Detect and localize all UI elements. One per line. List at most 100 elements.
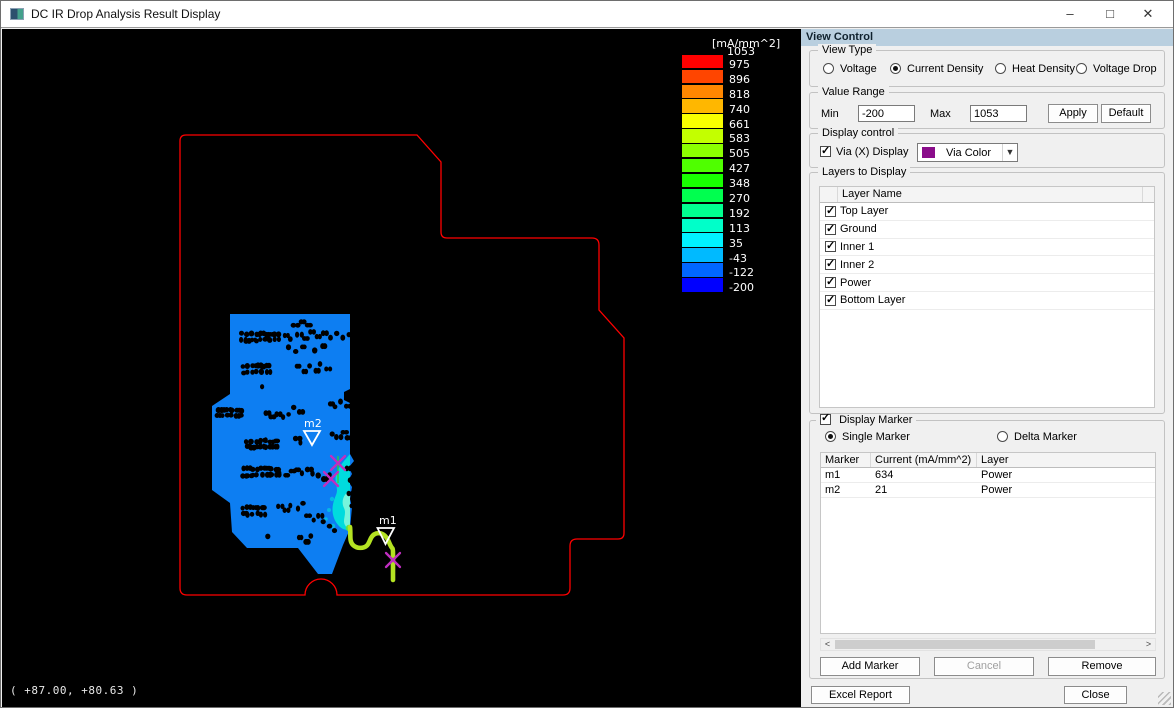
remove-button[interactable]: Remove <box>1048 657 1156 676</box>
legend-swatch <box>682 55 723 68</box>
legend-value: 505 <box>729 147 750 160</box>
legend-swatch <box>682 70 723 83</box>
layer-checkbox[interactable] <box>825 224 836 235</box>
min-input[interactable] <box>858 105 915 122</box>
legend-entry: 583 <box>682 128 754 143</box>
legend-swatch <box>682 99 723 112</box>
legend-entry: 505 <box>682 143 754 158</box>
scroll-left-icon[interactable]: < <box>821 639 834 650</box>
legend-value: -200 <box>729 281 754 294</box>
add-marker-button[interactable]: Add Marker <box>820 657 920 676</box>
layer-row-bottom-layer[interactable]: Bottom Layer <box>820 292 1154 310</box>
display-control-legend: Display control <box>818 127 898 139</box>
legend-entry: 896 <box>682 69 754 84</box>
marker-table-hscrollbar[interactable]: < > <box>820 638 1156 651</box>
via-display-checkbox[interactable] <box>820 146 831 157</box>
legend-swatch <box>682 159 723 172</box>
combo-dropdown-icon[interactable]: ▼ <box>1002 144 1017 161</box>
default-button[interactable]: Default <box>1101 104 1151 123</box>
radio-current-density[interactable]: Current Density <box>890 63 983 75</box>
layer-row-power[interactable]: Power <box>820 274 1154 292</box>
legend-value: 348 <box>729 177 750 190</box>
marker-m1[interactable]: m1 <box>378 514 397 544</box>
display-marker-legend: Display Marker <box>816 414 916 426</box>
legend-entry: 427 <box>682 158 754 173</box>
radio-heat-density[interactable]: Heat Density <box>995 63 1075 75</box>
maximize-button[interactable]: □ <box>1091 1 1129 27</box>
single-marker-radio[interactable]: Single Marker <box>825 431 910 443</box>
close-button[interactable]: Close <box>1064 686 1127 704</box>
marker-m1-label: m1 <box>379 514 397 527</box>
layer-row-inner-1[interactable]: Inner 1 <box>820 239 1154 257</box>
legend-swatch <box>682 278 723 291</box>
layer-name: Top Layer <box>836 205 892 217</box>
legend-entry: 270 <box>682 188 754 203</box>
legend-value: 270 <box>729 192 750 205</box>
cell: 21 <box>871 484 977 496</box>
legend-entry: -122 <box>682 262 754 277</box>
scroll-right-icon[interactable]: > <box>1142 639 1155 650</box>
layer-name: Inner 1 <box>836 241 878 253</box>
title-bar: DC IR Drop Analysis Result Display – □ ✕ <box>1 1 1173 28</box>
min-label: Min <box>821 108 839 120</box>
scrollbar-thumb[interactable] <box>835 640 1095 649</box>
minimize-button[interactable]: – <box>1051 1 1089 27</box>
legend-value: 583 <box>729 132 750 145</box>
layer-checkbox[interactable] <box>825 241 836 252</box>
legend-entry: 661 <box>682 114 754 129</box>
layer-checkbox[interactable] <box>825 206 836 217</box>
layer-checkbox[interactable] <box>825 277 836 288</box>
legend-swatch <box>682 129 723 142</box>
legend-value: -43 <box>729 252 747 265</box>
legend-swatch <box>682 263 723 276</box>
legend-swatch <box>682 204 723 217</box>
pcb-render-canvas[interactable]: m2 m1 [mA/mm^2] 1053 9758968187406615835… <box>2 29 801 707</box>
cancel-button[interactable]: Cancel <box>934 657 1034 676</box>
view-type-group: View Type VoltageCurrent DensityHeat Den… <box>809 50 1165 87</box>
legend-entry: 740 <box>682 99 754 114</box>
layers-name-column[interactable]: Layer Name <box>838 187 1143 202</box>
layer-checkbox[interactable] <box>825 259 836 270</box>
layer-row-top-layer[interactable]: Top Layer <box>820 203 1154 221</box>
legend-value: 661 <box>729 118 750 131</box>
apply-button[interactable]: Apply <box>1048 104 1098 123</box>
display-marker-checkbox[interactable] <box>820 414 831 425</box>
via-color-combo[interactable]: Via Color ▼ <box>917 143 1018 162</box>
legend-value: 818 <box>729 88 750 101</box>
col-layer[interactable]: Layer <box>977 453 1155 467</box>
layers-check-column <box>820 187 838 202</box>
legend-swatch <box>682 189 723 202</box>
marker-m2-label: m2 <box>304 417 322 430</box>
layer-row-inner-2[interactable]: Inner 2 <box>820 256 1154 274</box>
marker-table-header: Marker Current (mA/mm^2) Layer <box>821 453 1155 468</box>
radio-voltage[interactable]: Voltage <box>823 63 877 75</box>
legend-swatch <box>682 85 723 98</box>
window-title: DC IR Drop Analysis Result Display <box>31 1 220 27</box>
marker-row-m1[interactable]: m1634Power <box>821 468 1155 483</box>
layer-name: Ground <box>836 223 881 235</box>
current-density-plane <box>212 314 354 574</box>
legend-value: -122 <box>729 266 754 279</box>
display-marker-label: Display Marker <box>839 414 912 426</box>
close-window-button[interactable]: ✕ <box>1129 1 1167 27</box>
legend-entry: 818 <box>682 84 754 99</box>
col-marker[interactable]: Marker <box>821 453 871 467</box>
app-icon <box>10 8 24 20</box>
col-current[interactable]: Current (mA/mm^2) <box>871 453 977 467</box>
marker-row-m2[interactable]: m221Power <box>821 483 1155 498</box>
legend-entry: 975 <box>682 54 754 69</box>
resize-grip[interactable] <box>1158 692 1171 705</box>
excel-report-button[interactable]: Excel Report <box>811 686 910 704</box>
legend-entry: 192 <box>682 203 754 218</box>
legend-entry: -200 <box>682 277 754 292</box>
radio-voltage-drop[interactable]: Voltage Drop <box>1076 63 1157 75</box>
layer-row-ground[interactable]: Ground <box>820 221 1154 239</box>
layers-legend: Layers to Display <box>818 166 910 178</box>
legend-entry: 113 <box>682 218 754 233</box>
max-input[interactable] <box>970 105 1027 122</box>
delta-marker-radio[interactable]: Delta Marker <box>997 431 1077 443</box>
layer-checkbox[interactable] <box>825 295 836 306</box>
legend-value: 427 <box>729 162 750 175</box>
cursor-coordinate-readout: ( +87.00, +80.63 ) <box>10 684 138 697</box>
legend-swatch <box>682 144 723 157</box>
